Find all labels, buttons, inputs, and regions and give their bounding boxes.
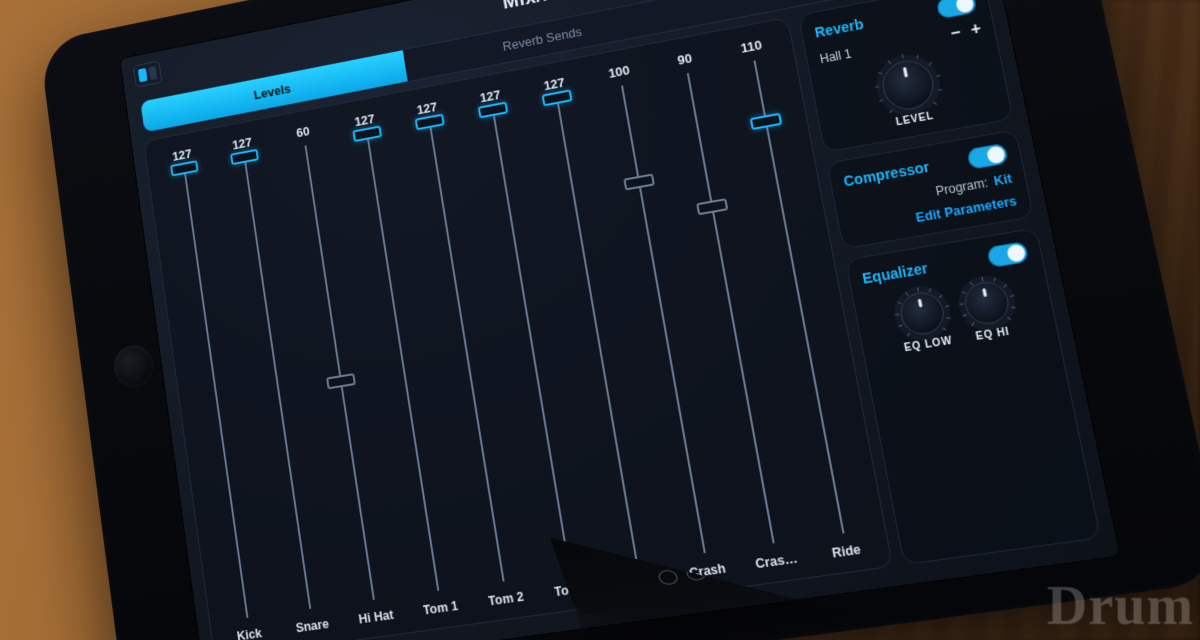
fader-thumb[interactable]	[230, 149, 259, 165]
compressor-title: Compressor	[842, 158, 931, 189]
fader-thumb[interactable]	[326, 373, 356, 389]
layout-toggle-icon[interactable]	[133, 61, 162, 88]
fader-track[interactable]	[183, 168, 248, 618]
app-screen: Mix/FX LevelsReverb SendsPan 127Kick127S…	[119, 0, 1121, 640]
page-title: Mix/FX	[501, 0, 569, 14]
channel-value: 90	[676, 51, 693, 69]
compressor-toggle[interactable]	[966, 143, 1008, 170]
reverb-minus-button[interactable]: −	[949, 24, 962, 44]
fader-track[interactable]	[243, 157, 311, 609]
channel-kick: 127Kick	[151, 142, 281, 640]
fader-thumb[interactable]	[749, 113, 781, 130]
channel-label: Tom 1	[422, 599, 459, 618]
channel-tom-1: 127Tom 1	[333, 107, 475, 620]
tablet-device: Mix/FX LevelsReverb SendsPan 127Kick127S…	[39, 0, 1200, 640]
fader-track[interactable]	[366, 134, 439, 591]
fader-track[interactable]	[428, 122, 504, 582]
reverb-card: Reverb Hall 1 − +	[798, 0, 1014, 153]
reverb-plus-button[interactable]: +	[969, 20, 982, 40]
fader-thumb[interactable]	[170, 160, 198, 176]
channel-label: Hi Hat	[358, 608, 395, 627]
eq-hi-knob[interactable]	[961, 279, 1012, 327]
channel-hi-hat: 60 Hi Hat	[271, 119, 409, 629]
reverb-title: Reverb	[813, 16, 864, 41]
compressor-program-label: Program:	[934, 175, 989, 198]
channel-snare: 127Snare	[211, 131, 345, 638]
fader-thumb[interactable]	[352, 126, 382, 143]
eq-low-knob[interactable]	[897, 289, 947, 337]
channel-label: Kick	[236, 626, 263, 640]
fader-track[interactable]	[304, 145, 374, 600]
channel-tom-2: 127Tom 2	[395, 95, 541, 611]
reverb-toggle[interactable]	[936, 0, 978, 19]
eq-hi-label: EQ HI	[975, 326, 1011, 343]
eq-low-label: EQ LOW	[903, 335, 953, 354]
channel-value: 100	[607, 62, 631, 81]
home-button[interactable]	[111, 342, 156, 391]
channel-value: 110	[739, 37, 763, 57]
fader-thumb[interactable]	[414, 114, 444, 131]
channel-label: Ride	[831, 542, 862, 561]
channel-label: Tom 2	[487, 589, 525, 608]
reverb-preset: Hall 1	[819, 47, 853, 67]
equalizer-title: Equalizer	[861, 260, 929, 287]
equalizer-toggle[interactable]	[986, 241, 1029, 268]
compressor-program-value[interactable]: Kit	[993, 171, 1014, 188]
fader-thumb[interactable]	[696, 198, 728, 215]
reverb-level-label: LEVEL	[895, 111, 935, 129]
fader-thumb[interactable]	[623, 174, 655, 191]
fader-thumb[interactable]	[541, 89, 572, 106]
channel-value: 60	[295, 124, 310, 142]
mixer-panel: 127Kick127Snare60 Hi Hat127Tom 1127Tom 2 1…	[143, 17, 893, 640]
channel-label: Cras…	[754, 551, 798, 572]
reverb-level-knob[interactable]	[878, 57, 937, 114]
channel-label: Snare	[295, 617, 330, 636]
compressor-card: Compressor Program: Kit Edit Parameters	[826, 129, 1034, 249]
fader-thumb[interactable]	[477, 102, 507, 119]
